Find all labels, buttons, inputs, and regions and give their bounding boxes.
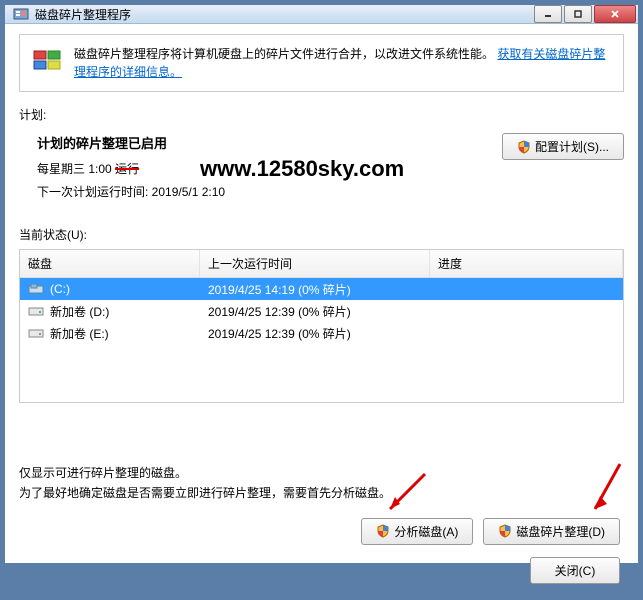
disk-row[interactable]: (C:) 2019/4/25 14:19 (0% 碎片) xyxy=(20,278,623,300)
status-label: 当前状态(U): xyxy=(19,226,624,243)
header-lastrun[interactable]: 上一次运行时间 xyxy=(200,250,430,277)
footer-note: 仅显示可进行碎片整理的磁盘。 为了最好地确定磁盘是否需要立即进行碎片整理，需要首… xyxy=(19,463,624,504)
window-title: 磁盘碎片整理程序 xyxy=(35,6,534,23)
drive-icon xyxy=(28,327,44,339)
close-dialog-button[interactable]: 关闭(C) xyxy=(530,557,620,584)
shield-icon xyxy=(517,140,531,154)
defrag-icon xyxy=(32,45,64,77)
disk-list: 磁盘 上一次运行时间 进度 (C:) 2019/4/25 14:19 (0% 碎片… xyxy=(19,249,624,403)
shield-icon xyxy=(376,524,390,538)
schedule-next-run: 下一次计划运行时间: 2019/5/1 2:10 xyxy=(37,183,502,200)
schedule-frequency: 每星期三 1:00 运行 xyxy=(37,160,502,177)
info-text: 磁盘碎片整理程序将计算机硬盘上的碎片文件进行合并，以改进文件系统性能。 xyxy=(74,47,494,61)
drive-name: 新加卷 (D:) xyxy=(50,303,109,320)
disk-row[interactable]: 新加卷 (E:) 2019/4/25 12:39 (0% 碎片) xyxy=(20,322,623,344)
disk-list-header: 磁盘 上一次运行时间 进度 xyxy=(20,250,623,278)
minimize-button[interactable] xyxy=(534,5,562,23)
app-icon xyxy=(13,6,29,22)
drive-icon xyxy=(28,305,44,317)
header-progress[interactable]: 进度 xyxy=(430,250,623,277)
defragment-disk-button[interactable]: 磁盘碎片整理(D) xyxy=(483,518,620,545)
analyze-disk-button[interactable]: 分析磁盘(A) xyxy=(361,518,473,545)
drive-name: (C:) xyxy=(50,282,70,296)
titlebar: 磁盘碎片整理程序 xyxy=(5,5,638,24)
drive-lastrun: 2019/4/25 14:19 (0% 碎片) xyxy=(200,281,430,298)
schedule-title: 计划的碎片整理已启用 xyxy=(37,133,502,152)
header-disk[interactable]: 磁盘 xyxy=(20,250,200,277)
disk-row[interactable]: 新加卷 (D:) 2019/4/25 12:39 (0% 碎片) xyxy=(20,300,623,322)
configure-schedule-button[interactable]: 配置计划(S)... xyxy=(502,133,624,160)
drive-lastrun: 2019/4/25 12:39 (0% 碎片) xyxy=(200,303,430,320)
schedule-label: 计划: xyxy=(19,106,624,123)
os-drive-icon xyxy=(28,283,44,295)
shield-icon xyxy=(498,524,512,538)
info-panel: 磁盘碎片整理程序将计算机硬盘上的碎片文件进行合并，以改进文件系统性能。 获取有关… xyxy=(19,34,624,92)
close-button[interactable] xyxy=(594,5,636,23)
maximize-button[interactable] xyxy=(564,5,592,23)
drive-lastrun: 2019/4/25 12:39 (0% 碎片) xyxy=(200,325,430,342)
drive-name: 新加卷 (E:) xyxy=(50,325,109,342)
